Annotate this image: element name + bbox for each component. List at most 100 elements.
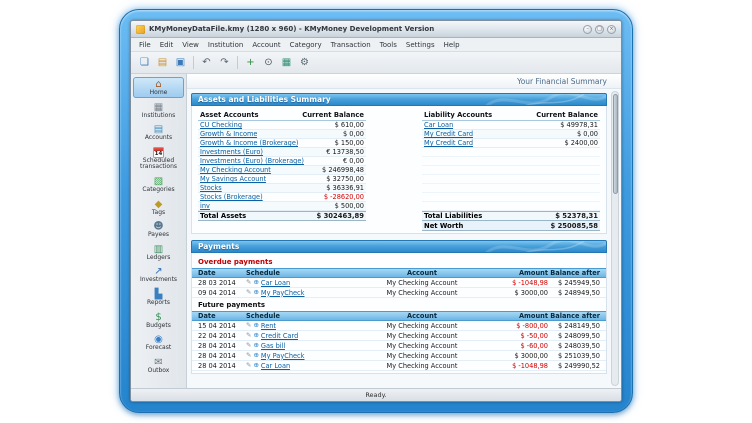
save-icon[interactable]: ▣ [173, 55, 188, 70]
menu-institution[interactable]: Institution [204, 40, 247, 50]
vertical-scrollbar[interactable] [611, 91, 619, 386]
enter-schedule-icon[interactable]: ⊕ [253, 279, 258, 286]
asset-account-link[interactable]: Growth & Income [200, 130, 257, 138]
enter-schedule-icon[interactable]: ⊕ [253, 322, 258, 329]
edit-schedule-icon[interactable]: ✎ [246, 362, 251, 369]
payment-amount: $ -50,00 [478, 332, 548, 340]
menu-category[interactable]: Category [286, 40, 326, 50]
configure-icon[interactable]: ⚙ [297, 55, 312, 70]
payment-account: My Checking Account [366, 322, 478, 330]
open-file-icon[interactable]: ▤ [155, 55, 170, 70]
payments-title: Payments [198, 242, 239, 251]
menu-settings[interactable]: Settings [402, 40, 439, 50]
sidebar-item-label: Outbox [148, 368, 170, 375]
liability-empty-row [422, 166, 600, 175]
asset-balance: € 0,00 [339, 157, 364, 165]
schedule-link[interactable]: Rent [261, 322, 276, 330]
future-payments-table: DateScheduleAccountAmountBalance after15… [192, 311, 606, 371]
redo-icon[interactable]: ↷ [217, 55, 232, 70]
empty-cell [424, 148, 426, 156]
asset-account-link[interactable]: My Checking Account [200, 166, 271, 174]
liability-empty-row [422, 193, 600, 202]
sidebar-item-label: Categories [142, 187, 174, 194]
edit-schedule-icon[interactable]: ✎ [246, 332, 251, 339]
schedule-link[interactable]: My PayCheck [261, 352, 305, 360]
new-book-icon[interactable]: ❏ [137, 55, 152, 70]
edit-schedule-icon[interactable]: ✎ [246, 342, 251, 349]
scrollbar-thumb[interactable] [613, 94, 618, 194]
enter-schedule-icon[interactable]: ⊕ [253, 342, 258, 349]
edit-schedule-icon[interactable]: ✎ [246, 352, 251, 359]
menu-transaction[interactable]: Transaction [327, 40, 375, 50]
enter-schedule-icon[interactable]: ⊕ [253, 352, 258, 359]
asset-account-link[interactable]: My Savings Account [200, 175, 266, 183]
net-worth-label: Net Worth [424, 222, 463, 230]
edit-schedule-icon[interactable]: ✎ [246, 279, 251, 286]
future-row: 15 04 2014✎⊕RentMy Checking Account$ -80… [192, 321, 606, 331]
status-text: Ready. [365, 391, 386, 399]
minimize-button[interactable]: – [583, 25, 592, 34]
new-transaction-icon[interactable]: + [243, 55, 258, 70]
titlebar[interactable]: KMyMoneyDataFile.kmy (1280 x 960) - KMyM… [131, 21, 621, 38]
sidebar-item-categories[interactable]: ▧Categories [133, 174, 184, 195]
asset-balance: $ 0,00 [339, 130, 364, 138]
schedule-link[interactable]: Credit Card [261, 332, 298, 340]
sidebar-item-tags[interactable]: ◆Tags [133, 197, 184, 218]
maximize-button[interactable]: □ [595, 25, 604, 34]
close-button[interactable]: × [607, 25, 616, 34]
menu-help[interactable]: Help [440, 40, 464, 50]
payment-amount: $ -60,00 [478, 342, 548, 350]
overdue-col-amount: Amount [478, 269, 548, 277]
liability-account-link[interactable]: Car Loan [424, 121, 453, 129]
schedule-link[interactable]: Gas bill [261, 342, 285, 350]
find-transaction-icon[interactable]: ⊙ [261, 55, 276, 70]
header-flourish-icon [476, 94, 606, 106]
menu-tools[interactable]: Tools [376, 40, 401, 50]
asset-account-link[interactable]: Investments (Euro) [200, 148, 263, 156]
assets-liabilities-body: Asset Accounts Current Balance CU Checki… [191, 106, 607, 234]
sidebar-item-home[interactable]: ⌂Home [133, 77, 184, 98]
edit-schedule-icon[interactable]: ✎ [246, 322, 251, 329]
sidebar-item-ledgers[interactable]: ▥Ledgers [133, 242, 184, 263]
asset-balance-header: Current Balance [302, 111, 364, 119]
asset-account-link[interactable]: Stocks [200, 184, 222, 192]
menu-file[interactable]: File [135, 40, 155, 50]
asset-account-link[interactable]: CU Checking [200, 121, 242, 129]
asset-row: Stocks (Brokerage)$ -28620,00 [198, 193, 366, 202]
asset-account-link[interactable]: Growth & Income (Brokerage) [200, 139, 298, 147]
sidebar-item-budgets[interactable]: $Budgets [133, 310, 184, 331]
menu-view[interactable]: View [178, 40, 203, 50]
enter-schedule-icon[interactable]: ⊕ [253, 332, 258, 339]
sidebar-item-scheduled-transactions[interactable]: 14Scheduled transactions [133, 145, 184, 172]
asset-account-link[interactable]: Investments (Euro) (Brokerage) [200, 157, 304, 165]
menu-edit[interactable]: Edit [156, 40, 178, 50]
sidebar-item-institutions[interactable]: ▦Institutions [133, 100, 184, 121]
goto-ledger-icon[interactable]: ▦ [279, 55, 294, 70]
enter-schedule-icon[interactable]: ⊕ [253, 362, 258, 369]
edit-schedule-icon[interactable]: ✎ [246, 289, 251, 296]
asset-account-link[interactable]: inv [200, 202, 210, 210]
undo-icon[interactable]: ↶ [199, 55, 214, 70]
schedule-link[interactable]: Car Loan [261, 362, 290, 370]
sidebar-item-accounts[interactable]: ▤Accounts [133, 122, 184, 143]
sidebar-item-outbox[interactable]: ✉Outbox [133, 355, 184, 376]
schedule-link[interactable]: Car Loan [261, 279, 290, 287]
menu-account[interactable]: Account [248, 40, 284, 50]
schedule-link[interactable]: My PayCheck [261, 289, 305, 297]
future-header-row: DateScheduleAccountAmountBalance after [192, 311, 606, 321]
payments-body: Overdue payments DateScheduleAccountAmou… [191, 253, 607, 374]
sidebar-item-forecast[interactable]: ◉Forecast [133, 332, 184, 353]
liability-account-link[interactable]: My Credit Card [424, 139, 473, 147]
enter-schedule-icon[interactable]: ⊕ [253, 289, 258, 296]
content-area: Your Financial Summary Assets and Liabil… [187, 74, 621, 388]
payments-section: Payments Overdue payments DateScheduleAc… [191, 240, 607, 374]
asset-account-link[interactable]: Stocks (Brokerage) [200, 193, 263, 201]
payment-balance-after: $ 251039,50 [548, 352, 600, 360]
liability-account-link[interactable]: My Credit Card [424, 130, 473, 138]
payment-amount: $ 3000,00 [478, 352, 548, 360]
sidebar-item-investments[interactable]: ↗Investments [133, 264, 184, 285]
sidebar-item-reports[interactable]: ▙Reports [133, 287, 184, 308]
sidebar-item-payees[interactable]: ☻Payees [133, 219, 184, 240]
tags-icon: ◆ [155, 199, 163, 210]
asset-row: CU Checking$ 610,00 [198, 121, 366, 130]
